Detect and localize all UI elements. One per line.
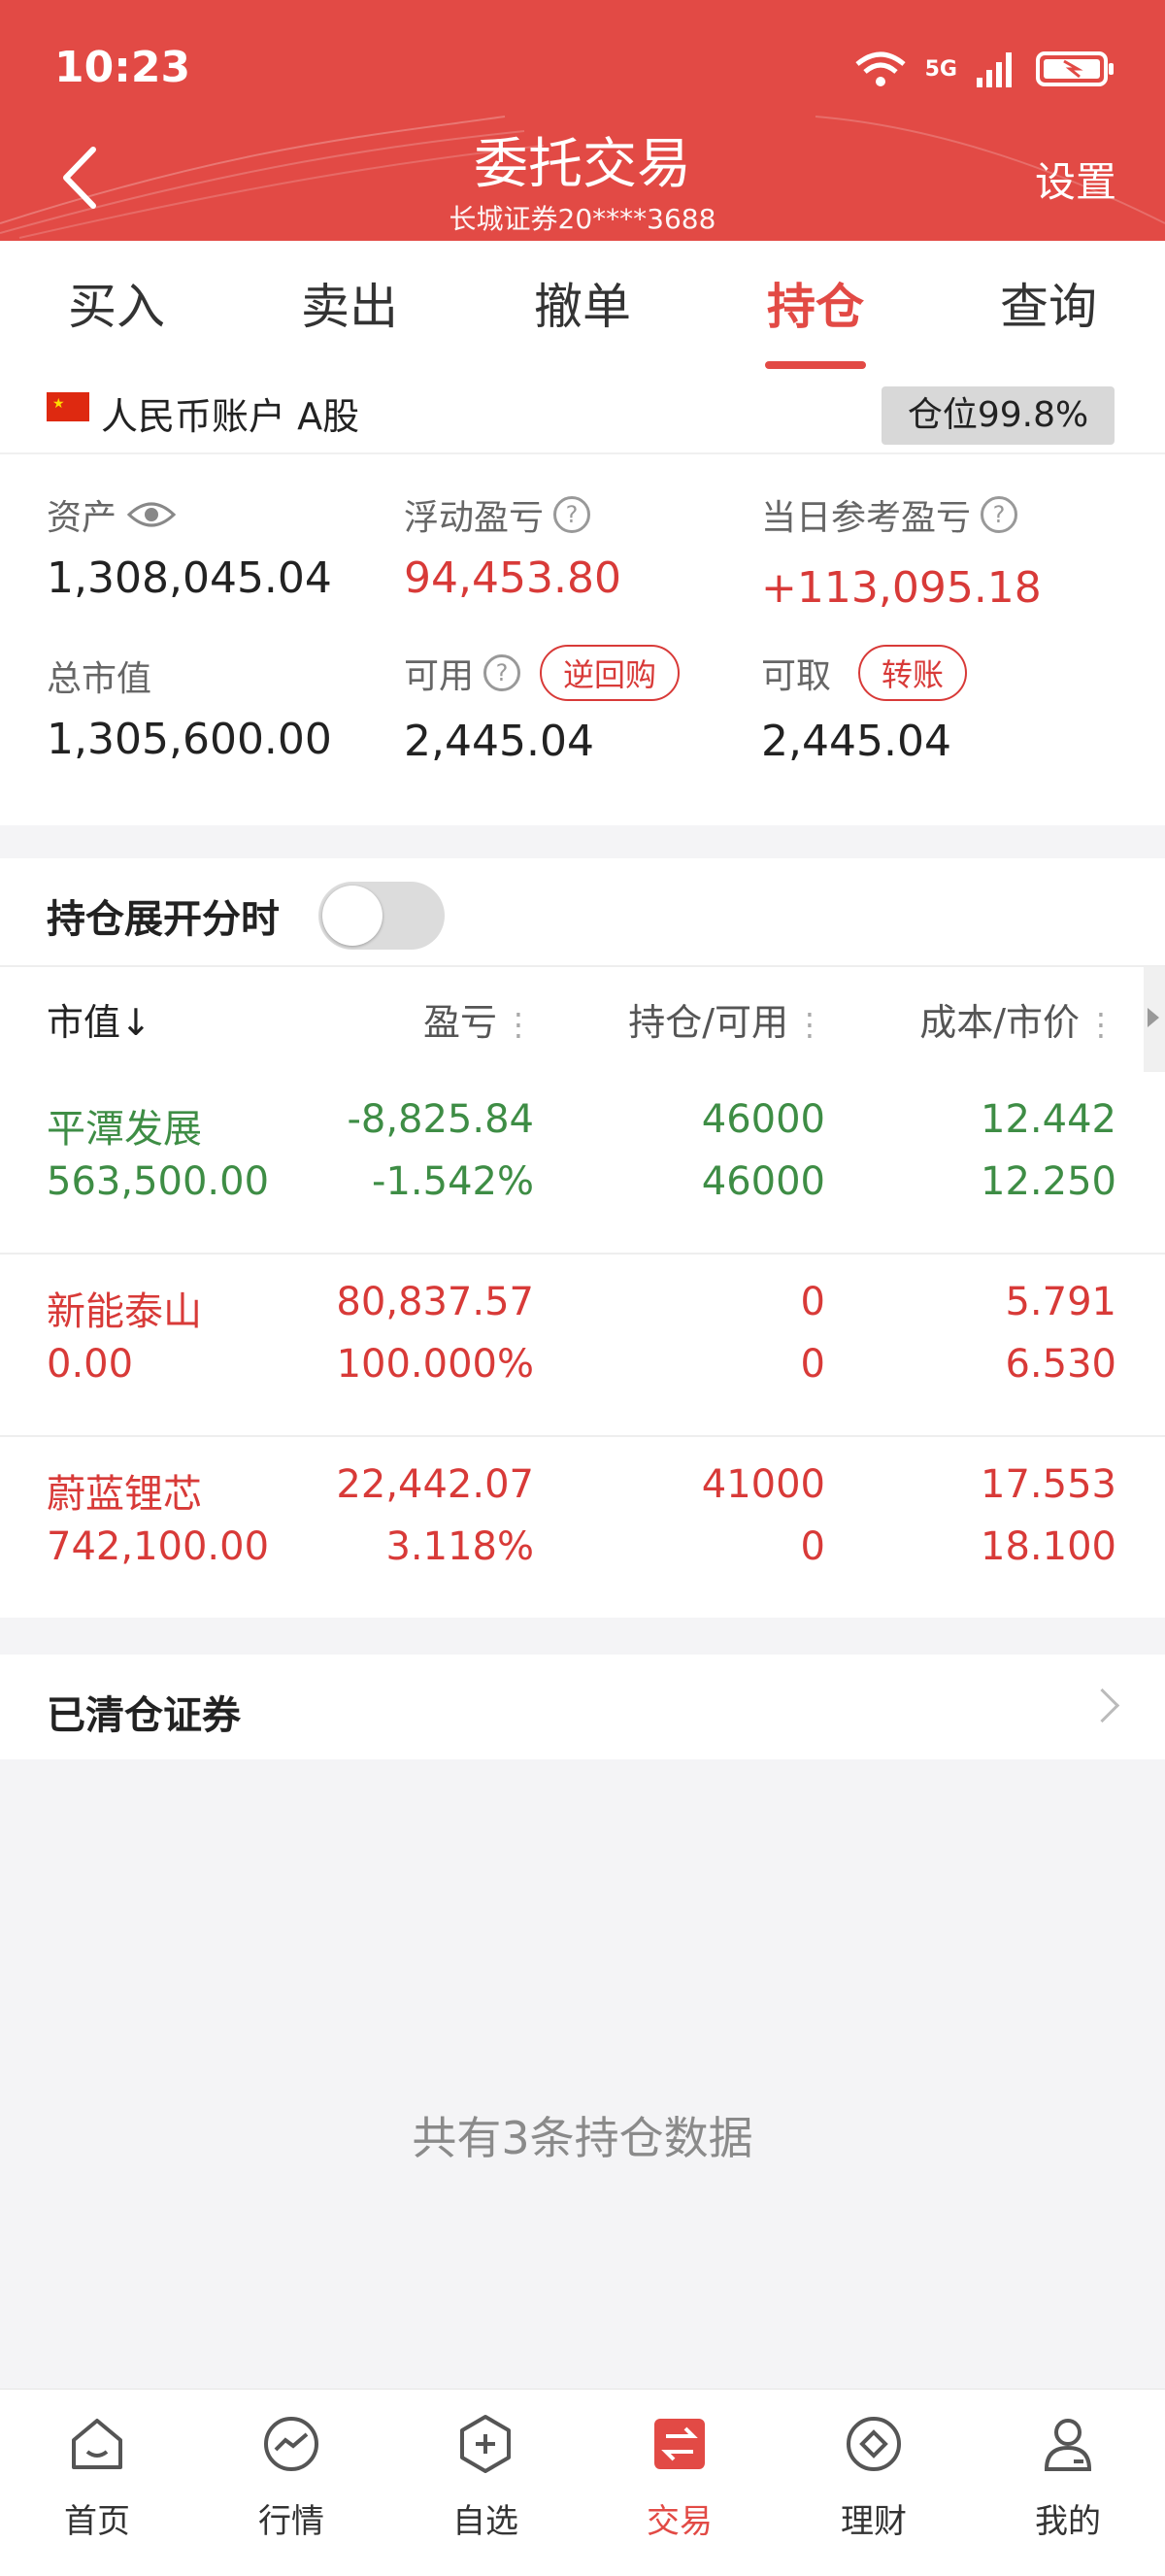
nav-wealth[interactable]: 理财 xyxy=(777,2390,971,2576)
china-flag-icon: ★ xyxy=(47,392,89,421)
daily-pl-label: 当日参考盈亏 xyxy=(761,498,972,538)
tab-sell[interactable]: 卖出 xyxy=(233,241,466,373)
nav-profile[interactable]: 我的 xyxy=(971,2390,1165,2576)
stock-profit-loss: 22,442.07 xyxy=(336,1462,534,1507)
settings-button[interactable]: 设置 xyxy=(1035,150,1116,209)
stock-holding: 41000 xyxy=(701,1462,825,1507)
intraday-toggle[interactable] xyxy=(318,882,445,950)
tab-buy[interactable]: 买入 xyxy=(0,241,233,373)
nav-trade[interactable]: 交易 xyxy=(582,2390,777,2576)
table-row[interactable]: 蔚蓝锂芯 742,100.00 22,442.07 3.118% 41000 0… xyxy=(0,1437,1165,1618)
stock-profit-loss-pct: 3.118% xyxy=(385,1524,534,1569)
available-label: 可用 xyxy=(404,656,475,696)
market-icon xyxy=(264,2417,318,2471)
position-percent-badge: 仓位99.8% xyxy=(882,386,1115,445)
nav-watchlist[interactable]: 自选 xyxy=(388,2390,582,2576)
signal-icon xyxy=(977,52,1012,87)
wealth-icon xyxy=(847,2417,901,2471)
trade-icon xyxy=(654,2419,705,2469)
stock-holding: 46000 xyxy=(701,1097,825,1142)
stock-available: 0 xyxy=(800,1342,825,1387)
available-value: 2,445.04 xyxy=(404,717,594,766)
scroll-right-icon[interactable] xyxy=(1144,967,1165,1072)
status-icons: 5G xyxy=(853,49,1116,89)
help-icon[interactable]: ? xyxy=(553,496,591,533)
bottom-nav: 首页 行情 自选 交易 理财 我的 xyxy=(0,2389,1165,2576)
tab-cancel[interactable]: 撤单 xyxy=(466,241,699,373)
floating-pl-value: 94,453.80 xyxy=(404,553,621,603)
daily-pl-cell: 当日参考盈亏 ? +113,095.18 xyxy=(761,489,1042,613)
positions-list: 平潭发展 563,500.00 -8,825.84 -1.542% 46000 … xyxy=(0,1072,1165,1618)
stock-market-value: 742,100.00 xyxy=(47,1524,270,1569)
asset-summary: 资产 1,308,045.04 浮动盈亏 ? 94,453.80 当日参考盈亏 … xyxy=(0,454,1165,825)
table-row[interactable]: 平潭发展 563,500.00 -8,825.84 -1.542% 46000 … xyxy=(0,1072,1165,1255)
stock-profit-loss: 80,837.57 xyxy=(336,1280,534,1324)
stock-profit-loss-pct: -1.542% xyxy=(372,1159,534,1204)
header-market-value[interactable]: 市值↓ xyxy=(47,992,151,1046)
withdrawable-value: 2,445.04 xyxy=(761,717,951,766)
nav-market[interactable]: 行情 xyxy=(194,2390,388,2576)
intraday-toggle-row: 持仓展开分时 xyxy=(0,858,1165,967)
battery-icon xyxy=(1036,51,1114,86)
stock-market-value: 0.00 xyxy=(47,1342,134,1387)
market-value-label: 总市值 xyxy=(47,659,152,699)
nav-home[interactable]: 首页 xyxy=(0,2390,194,2576)
withdrawable-label: 可取 xyxy=(761,656,832,696)
header-profit-loss[interactable]: 盈亏 ⋮ xyxy=(423,992,534,1046)
stock-price: 18.100 xyxy=(981,1524,1116,1569)
profile-icon xyxy=(1044,2419,1092,2471)
header-cost-price[interactable]: 成本/市价 ⋮ xyxy=(919,992,1116,1046)
chevron-right-icon xyxy=(1084,1688,1120,1723)
market-value: 1,305,600.00 xyxy=(47,715,332,764)
cleared-securities-row[interactable]: 已清仓证券 xyxy=(0,1655,1165,1759)
daily-pl-value: +113,095.18 xyxy=(761,563,1042,613)
stock-profit-loss: -8,825.84 xyxy=(347,1097,534,1142)
stock-market-value: 563,500.00 xyxy=(47,1159,270,1204)
cleared-securities-label: 已清仓证券 xyxy=(47,1693,241,1738)
tab-positions[interactable]: 持仓 xyxy=(699,241,932,373)
page-title: 委托交易 xyxy=(474,133,691,196)
account-subtitle: 长城证券20****3688 xyxy=(449,203,716,235)
app-header: 10:23 5G 委托交易 长城证券20****3688 设置 xyxy=(0,0,1165,241)
table-row[interactable]: 新能泰山 0.00 80,837.57 100.000% 0 0 5.791 6… xyxy=(0,1255,1165,1437)
wifi-icon xyxy=(855,51,906,86)
trade-tabs: 买入 卖出 撤单 持仓 查询 xyxy=(0,241,1165,374)
eye-icon[interactable] xyxy=(126,497,177,532)
home-icon xyxy=(72,2419,122,2469)
reverse-repo-button[interactable]: 逆回购 xyxy=(540,645,681,701)
tab-query[interactable]: 查询 xyxy=(932,241,1165,373)
stock-cost: 12.442 xyxy=(981,1097,1116,1142)
stock-cost: 17.553 xyxy=(981,1462,1116,1507)
floating-pl-label: 浮动盈亏 xyxy=(404,498,545,538)
stock-name: 新能泰山 xyxy=(47,1289,202,1334)
network-badge: 5G xyxy=(924,56,957,82)
market-value-cell: 总市值 1,305,600.00 xyxy=(47,651,332,764)
account-label: 人民币账户 A股 xyxy=(101,395,360,438)
stock-profit-loss-pct: 100.000% xyxy=(336,1342,534,1387)
help-icon[interactable]: ? xyxy=(981,496,1018,533)
stock-name: 平潭发展 xyxy=(47,1107,202,1152)
intraday-toggle-label: 持仓展开分时 xyxy=(47,897,280,942)
stock-holding: 0 xyxy=(800,1280,825,1324)
stock-available: 46000 xyxy=(701,1159,825,1204)
stock-available: 0 xyxy=(800,1524,825,1569)
account-row: ★ 人民币账户 A股 仓位99.8% xyxy=(0,373,1165,454)
transfer-button[interactable]: 转账 xyxy=(858,645,968,701)
positions-count-note: 共有3条持仓数据 xyxy=(412,2112,753,2164)
available-cell: 可用 ? 逆回购 2,445.04 xyxy=(404,645,681,766)
help-icon[interactable]: ? xyxy=(483,654,521,691)
positions-table-header: 市值↓ 盈亏 ⋮ 持仓/可用 ⋮ 成本/市价 ⋮ xyxy=(0,967,1165,1072)
floating-pl-cell: 浮动盈亏 ? 94,453.80 xyxy=(404,489,621,603)
stock-cost: 5.791 xyxy=(1005,1280,1116,1324)
withdrawable-cell: 可取 转账 2,445.04 xyxy=(761,645,968,766)
stock-price: 6.530 xyxy=(1005,1342,1116,1387)
assets-value: 1,308,045.04 xyxy=(47,553,332,603)
header-holding-available[interactable]: 持仓/可用 ⋮ xyxy=(628,992,825,1046)
stock-name: 蔚蓝锂芯 xyxy=(47,1472,202,1517)
stock-price: 12.250 xyxy=(981,1159,1116,1204)
assets-cell: 资产 1,308,045.04 xyxy=(47,489,332,603)
assets-label: 资产 xyxy=(47,498,117,538)
watchlist-icon xyxy=(460,2415,511,2473)
status-time: 10:23 xyxy=(54,43,191,92)
